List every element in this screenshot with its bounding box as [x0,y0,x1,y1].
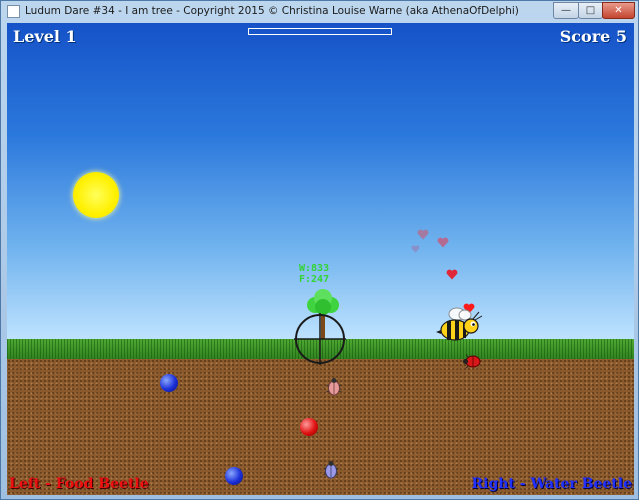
crosshair[interactable] [294,313,346,365]
tree-stats: W:833 F:247 [299,263,329,285]
close-button[interactable]: ✕ [602,2,635,19]
tree-water-stat: W:833 [299,263,330,274]
soil [7,359,634,495]
window-title: Ludum Dare #34 - I am tree - Copyright 2… [25,5,519,17]
heart-icon [437,237,449,248]
water-drop [160,374,178,392]
heart-icon [417,229,429,240]
water-beetle [323,461,339,479]
progress-bar [248,28,392,35]
food-drop [300,418,318,436]
app-icon [7,5,20,18]
title-bar[interactable]: Ludum Dare #34 - I am tree - Copyright 2… [1,1,638,23]
minimize-button[interactable]: — [553,2,579,19]
game-canvas[interactable]: Level 1 Score 5 W:833 F:247 Left - Food … [7,23,634,495]
level-label: Level 1 [13,27,77,46]
maximize-button[interactable]: □ [578,2,603,19]
heart-icon [411,245,420,253]
heart-icon [446,269,458,280]
left-control-hint: Left - Food Beetle [9,476,149,492]
bee-sprite [436,307,483,341]
food-beetle [326,378,342,396]
sun [73,172,119,218]
game-window: Ludum Dare #34 - I am tree - Copyright 2… [0,0,639,500]
right-control-hint: Right - Water Beetle [471,476,633,492]
tree-food-stat: F:247 [299,274,330,285]
water-drop [225,467,243,485]
food-beetle [463,354,481,369]
score-label: Score 5 [559,27,627,46]
